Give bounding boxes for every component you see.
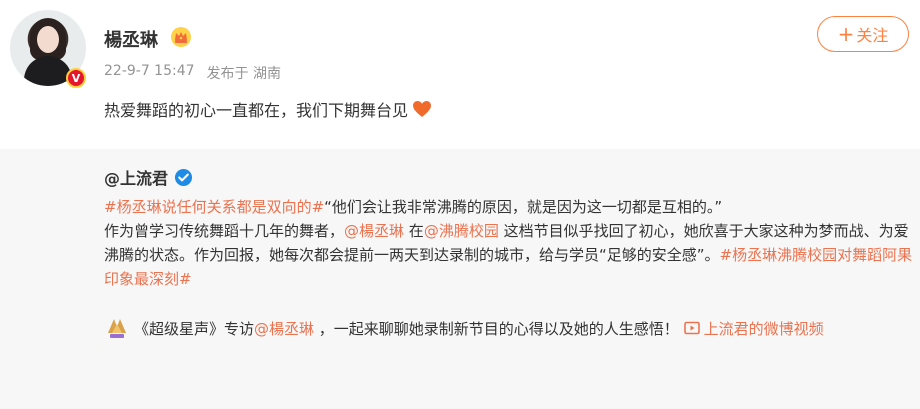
follow-label: 关注: [856, 26, 889, 45]
avatar-face: [37, 26, 59, 53]
hashtag-link[interactable]: #杨丞琳说任何关系都是双向的#: [104, 198, 324, 216]
post-time[interactable]: 22-9-7 15:47: [104, 63, 195, 83]
crown-icon[interactable]: [170, 26, 192, 48]
plus-icon: +: [837, 22, 855, 46]
post-content: 热爱舞蹈的初心一直都在，我们下期舞台见: [104, 101, 409, 120]
mention-link[interactable]: @沸腾校园: [424, 222, 499, 240]
mention-link[interactable]: @楊丞琳: [254, 320, 314, 338]
post-location: 发布于 湖南: [206, 66, 281, 82]
video-icon: [683, 321, 700, 335]
post-text: 热爱舞蹈的初心一直都在，我们下期舞台见: [104, 97, 432, 121]
avatar-body: [24, 56, 72, 86]
verified-badge-icon: V: [66, 68, 86, 88]
mention-link[interactable]: @楊丞琳: [344, 222, 404, 240]
text-segment: 在: [404, 222, 424, 240]
verified-icon: [174, 168, 193, 186]
ssq-logo-icon: [108, 319, 126, 338]
username[interactable]: 楊丞琳: [104, 26, 158, 52]
follow-button[interactable]: + 关注: [817, 16, 909, 52]
post-meta: 22-9-7 15:47 发布于 湖南: [104, 63, 281, 83]
repost-body: #杨丞琳说任何关系都是双向的#“他们会让我非常沸腾的原因，就是因为这一切都是互相…: [104, 195, 914, 341]
video-link[interactable]: 上流君的微博视频: [704, 320, 824, 338]
repost-card: @上流君 #杨丞琳说任何关系都是双向的#“他们会让我非常沸腾的原因，就是因为这一…: [0, 149, 920, 409]
repost-paragraph-2: 《超级星声》专访@楊丞琳 ，一起来聊聊她录制新节目的心得以及她的人生感悟！ 上流…: [104, 315, 914, 341]
text-segment: 作为曾学习传统舞蹈十几年的舞者，: [104, 222, 345, 240]
quote-text: “他们会让我非常沸腾的原因，就是因为这一切都是互相的。”: [324, 198, 723, 216]
repost-author: @上流君: [104, 165, 193, 189]
heart-icon: [413, 101, 432, 117]
repost-author-name[interactable]: @上流君: [104, 165, 168, 189]
text-segment: ，一起来聊聊她录制新节目的心得以及她的人生感悟！: [314, 320, 679, 338]
text-segment: 《超级星声》专访: [134, 320, 255, 338]
repost-paragraph-1: #杨丞琳说任何关系都是双向的#“他们会让我非常沸腾的原因，就是因为这一切都是互相…: [104, 195, 914, 291]
